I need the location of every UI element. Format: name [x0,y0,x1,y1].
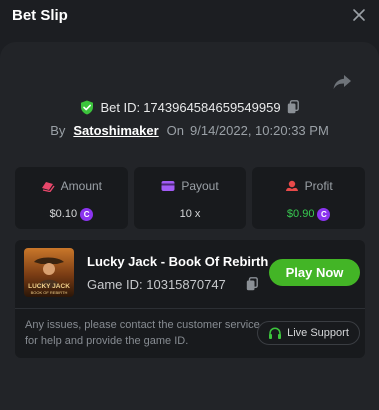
username-link[interactable]: Satoshimaker [73,123,158,138]
game-thumbnail[interactable]: LUCKY JACK BOOK OF REBIRTH [24,248,74,297]
bet-meta-row: By Satoshimaker On 9/14/2022, 10:20:33 P… [0,120,379,140]
game-card: LUCKY JACK BOOK OF REBIRTH Lucky Jack - … [15,240,365,358]
coins-icon [41,182,55,192]
profit-label: Profit [304,179,333,193]
verified-shield-icon [81,100,94,114]
game-id-row: Game ID: 10315870747 [87,277,226,292]
payout-label: Payout [181,179,219,193]
bet-datetime: 9/14/2022, 10:20:33 PM [190,122,329,138]
profit-stat: Profit $0.90 C [252,167,366,229]
payout-stat: Payout 10 x [133,167,247,229]
support-notice: Any issues, please contact the customer … [25,319,260,347]
coin-icon: C [317,207,331,221]
share-icon[interactable] [332,73,352,91]
profit-icon [285,180,298,191]
bet-stats: Amount $0.10 C Payout 10 x Profit $0.90 … [15,167,366,229]
game-name[interactable]: Lucky Jack - Book Of Rebirth [87,254,268,269]
live-support-label: Live Support [287,327,349,339]
card-icon [161,181,175,191]
coin-icon: C [80,207,94,221]
svg-text:LUCKY JACK: LUCKY JACK [28,283,70,290]
profit-value: $0.90 [286,208,315,220]
svg-text:BOOK OF REBIRTH: BOOK OF REBIRTH [31,290,68,295]
amount-stat: Amount $0.10 C [15,167,128,229]
play-now-button[interactable]: Play Now [269,259,360,286]
amount-value: $0.10 [49,208,78,220]
copy-game-id-icon[interactable] [246,277,258,291]
bet-id-label: Bet ID: [100,99,141,115]
game-id-label: Game ID: [87,277,143,292]
game-id-value: 10315870747 [146,277,226,292]
payout-value: 10 x [179,208,201,220]
on-label: On [166,122,184,138]
modal-title: Bet Slip [12,7,68,24]
live-support-button[interactable]: Live Support [257,321,360,345]
headset-icon [269,326,282,339]
modal-header: Bet Slip [0,0,379,36]
amount-label: Amount [60,179,103,193]
bet-id-row: Bet ID: 1743964584659549959 [0,96,379,118]
by-label: By [50,122,66,138]
close-icon[interactable] [351,6,367,24]
copy-bet-id-icon[interactable] [287,100,299,114]
bet-id-value: 1743964584659549959 [143,99,281,115]
divider [15,308,365,309]
